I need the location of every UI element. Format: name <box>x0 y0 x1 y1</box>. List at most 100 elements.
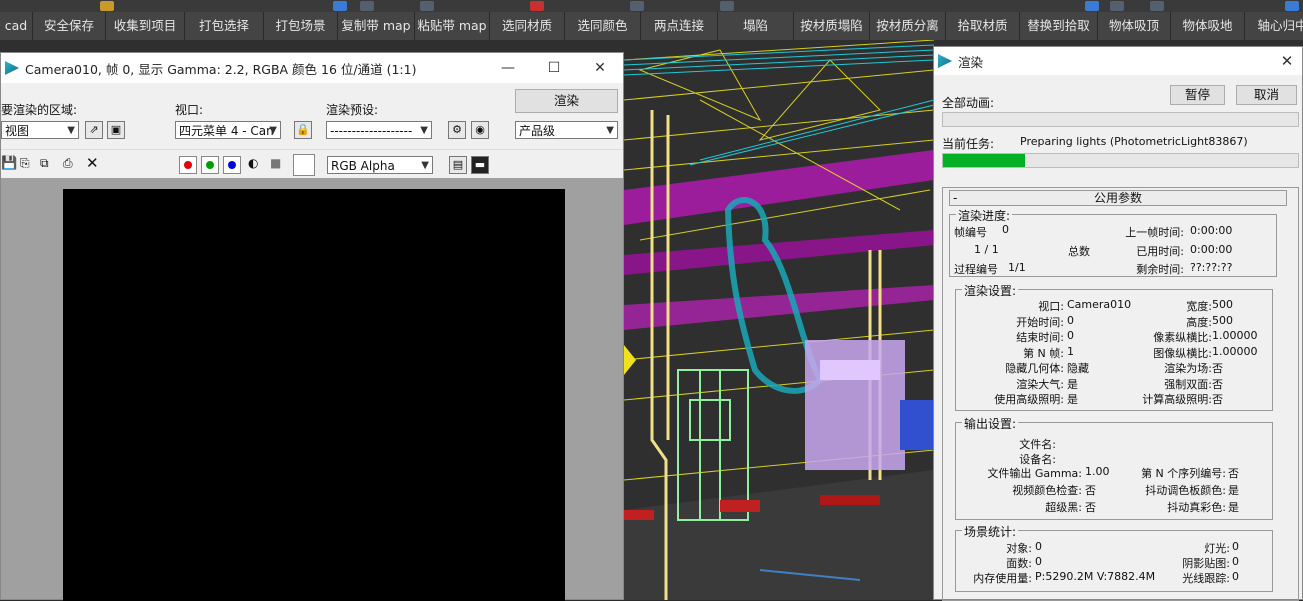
cancel-button[interactable]: 取消 <box>1236 85 1297 105</box>
display-toggle-icon[interactable]: ▤ <box>449 156 467 174</box>
channel-dropdown[interactable]: RGB Alpha ▼ <box>327 156 433 174</box>
area-value: 视图 <box>5 124 30 138</box>
toolbar-button[interactable]: 轴心归中 <box>1245 12 1303 40</box>
save-icon[interactable]: 💾 <box>1 156 17 171</box>
close-icon[interactable]: ✕ <box>1272 52 1302 70</box>
toolbar-button[interactable]: 拾取材质 <box>946 12 1020 40</box>
tool-icon[interactable] <box>720 1 734 11</box>
script-toolbar: cad 安全保存 收集到项目 打包选择 打包场景 复制带 map 粘贴带 map… <box>0 12 1303 41</box>
tool-icon[interactable] <box>333 1 347 11</box>
param-value: 是 <box>1067 393 1078 406</box>
toolbar-button[interactable]: 物体吸地 <box>1171 12 1245 40</box>
tool-icon[interactable] <box>420 1 434 11</box>
frame-window-titlebar[interactable]: Camera010, 帧 0, 显示 Gamma: 2.2, RGBA 颜色 1… <box>1 53 623 83</box>
mono-icon[interactable]: ■ <box>270 156 281 170</box>
preset-value: ------------------- <box>330 124 413 138</box>
tool-icon[interactable] <box>360 1 374 11</box>
tool-icon[interactable] <box>1150 1 1164 11</box>
collapse-icon[interactable]: - <box>953 191 957 206</box>
param-label: 使用高级照明: <box>994 393 1064 406</box>
render-setup-icon[interactable]: ⚙ <box>448 121 466 139</box>
tool-icon[interactable] <box>530 1 544 11</box>
param-value: 0 <box>1232 570 1239 583</box>
tool-icon[interactable] <box>100 1 114 11</box>
alpha-icon[interactable]: ◐ <box>248 156 258 170</box>
rendered-image <box>63 189 565 601</box>
param-value: 500 <box>1212 298 1233 311</box>
param-value: 1.00 <box>1085 465 1110 478</box>
environment-icon[interactable]: ◉ <box>471 121 489 139</box>
tool-icon[interactable] <box>1085 1 1099 11</box>
group-title: 渲染设置: <box>962 282 1019 299</box>
toolbar-button[interactable]: 打包选择 <box>185 12 264 40</box>
toolbar-button[interactable]: 粘贴带 map <box>415 12 490 40</box>
preset-dropdown[interactable]: ------------------- ▼ <box>326 121 432 139</box>
param-value: 0 <box>1035 555 1042 568</box>
toolbar-button[interactable]: cad <box>0 12 33 40</box>
chevron-down-icon: ▼ <box>421 160 429 171</box>
color-swatch[interactable] <box>293 154 315 176</box>
green-channel-button[interactable] <box>201 156 219 174</box>
param-label: 视频颜色检查: <box>1012 484 1082 497</box>
viewport-dropdown[interactable]: 四元菜单 4 - Can ▼ <box>175 121 281 139</box>
param-value: 1.00000 <box>1212 344 1258 358</box>
param-label: 内存使用量: <box>973 572 1032 585</box>
param-value: 0 <box>1232 555 1239 568</box>
render-window-titlebar[interactable]: 渲染 ✕ <box>934 47 1302 75</box>
pause-button[interactable]: 暂停 <box>1170 85 1225 105</box>
blue-channel-button[interactable] <box>223 156 241 174</box>
toolbar-button[interactable]: 复制带 map <box>338 12 415 40</box>
param-value: 0 <box>1067 329 1074 342</box>
param-value: 1.00000 <box>1212 329 1258 342</box>
render-button[interactable]: 渲染 <box>515 89 618 113</box>
toolbar-button[interactable]: 塌陷 <box>718 12 794 40</box>
rollout-header[interactable]: - 公用参数 <box>949 190 1287 206</box>
group-title: 渲染进度: <box>956 207 1013 224</box>
chevron-down-icon: ▼ <box>269 125 277 136</box>
toolbar-button[interactable]: 按材质分离 <box>870 12 946 40</box>
area-dropdown[interactable]: 视图 ▼ <box>1 121 79 139</box>
close-icon[interactable]: ✕ <box>577 60 623 76</box>
maximize-icon[interactable]: ☐ <box>531 60 577 76</box>
toolbar-button[interactable]: 选同颜色 <box>565 12 641 40</box>
param-value: 否 <box>1212 362 1223 375</box>
param-label: 强制双面: <box>1164 377 1212 391</box>
param-value: 否 <box>1228 467 1239 480</box>
frame-window-channel-row: 💾 ⎘ ⧉ ⎙ ✕ ◐ ■ RGB Alpha ▼ ▤ ▬ <box>1 149 623 178</box>
quality-dropdown[interactable]: 产品级 ▼ <box>515 121 618 139</box>
chevron-down-icon: ▼ <box>420 125 428 136</box>
copy-icon[interactable]: ⎘ <box>20 156 30 171</box>
print-icon[interactable]: ⎙ <box>63 156 73 171</box>
param-value: 500 <box>1212 313 1233 327</box>
param-label: 超级黑: <box>1045 501 1082 514</box>
clear-icon[interactable]: ✕ <box>86 154 99 172</box>
param-value: 否 <box>1212 393 1223 406</box>
red-channel-button[interactable] <box>179 156 197 174</box>
clone-icon[interactable]: ⧉ <box>40 156 49 171</box>
param-value: 否 <box>1212 377 1223 391</box>
toolbar-button[interactable]: 选同材质 <box>490 12 565 40</box>
param-value: 是 <box>1067 377 1078 391</box>
toolbar-button[interactable]: 物体吸顶 <box>1098 12 1171 40</box>
auto-region-icon[interactable]: ▣ <box>107 121 125 139</box>
toolbar-button[interactable]: 收集到项目 <box>106 12 185 40</box>
lock-icon[interactable]: 🔒 <box>294 121 312 139</box>
param-label: 隐藏几何体: <box>1005 362 1064 375</box>
tool-icon[interactable] <box>630 1 644 11</box>
preset-label: 渲染预设: <box>326 103 379 117</box>
toolbar-button[interactable]: 打包场景 <box>264 12 338 40</box>
toolbar-button[interactable]: 按材质塌陷 <box>794 12 870 40</box>
rendered-frame-window: Camera010, 帧 0, 显示 Gamma: 2.2, RGBA 颜色 1… <box>0 52 624 601</box>
toolbar-button[interactable]: 两点连接 <box>641 12 718 40</box>
minimize-icon[interactable]: — <box>485 60 531 76</box>
tool-icon[interactable] <box>1110 1 1124 11</box>
frame-canvas-area <box>1 178 623 601</box>
chevron-down-icon: ▼ <box>67 125 75 136</box>
quality-value: 产品级 <box>519 124 556 138</box>
frame-toggle-icon[interactable]: ▬ <box>471 156 489 174</box>
tool-icon[interactable] <box>1285 1 1299 11</box>
edit-region-icon[interactable]: ⇗ <box>85 121 103 139</box>
toolbar-button[interactable]: 安全保存 <box>33 12 106 40</box>
frame-number-label: 帧编号 <box>954 226 987 239</box>
toolbar-button[interactable]: 替换到拾取 <box>1020 12 1098 40</box>
